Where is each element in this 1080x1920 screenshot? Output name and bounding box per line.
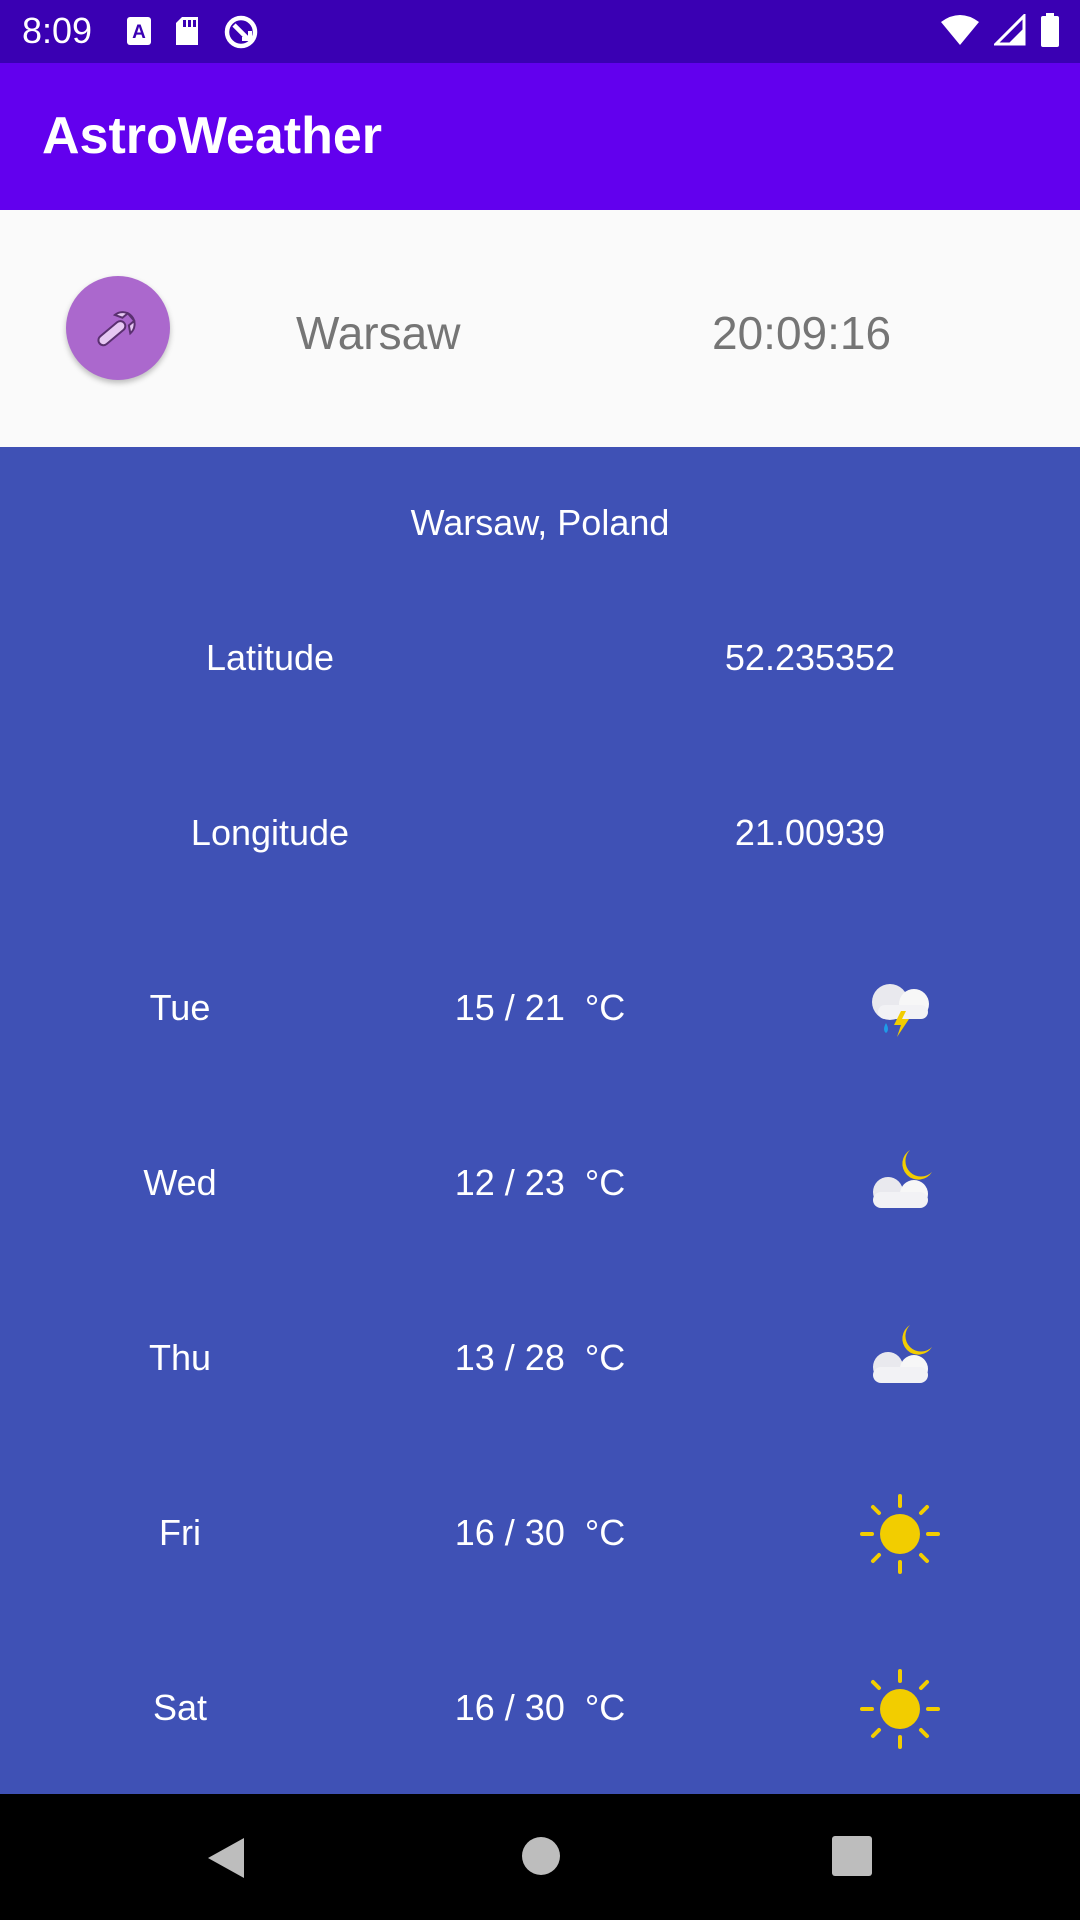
sunny-icon — [860, 1494, 940, 1574]
status-time: 8:09 — [22, 10, 93, 51]
thunderstorm-icon — [872, 984, 929, 1037]
settings-button[interactable] — [66, 276, 170, 380]
a-notification-icon: A — [127, 17, 151, 45]
sunny-icon — [860, 1669, 940, 1749]
forecast-day: Tue — [149, 987, 211, 1028]
status-bar: 8:09 A — [0, 0, 1080, 63]
forecast-temp: 16 / 30 °C — [454, 1512, 626, 1553]
location-name: Warsaw, Poland — [410, 502, 670, 543]
sd-card-icon — [176, 17, 198, 45]
app-title: AstroWeather — [42, 107, 383, 165]
wrench-icon — [97, 311, 136, 347]
home-icon[interactable] — [517, 1832, 565, 1880]
weather-panel: Warsaw, Poland Latitude 52.235352 Longit… — [0, 447, 1080, 1794]
recents-icon[interactable] — [830, 1834, 874, 1878]
forecast-temp: 15 / 21 °C — [454, 987, 626, 1028]
forecast-day: Wed — [143, 1162, 217, 1203]
forecast-day: Thu — [148, 1337, 212, 1378]
header-clock: 20:09:16 — [712, 307, 892, 359]
status-notification-icons: A — [126, 13, 260, 51]
back-icon[interactable] — [202, 1834, 250, 1882]
status-system-icons — [940, 12, 1060, 48]
longitude-value: 21.00939 — [734, 812, 886, 853]
cell-signal-icon — [994, 14, 1026, 46]
header-city: Warsaw — [296, 307, 461, 359]
longitude-label: Longitude — [190, 812, 350, 853]
svg-text:A: A — [132, 22, 146, 43]
partly-cloudy-night-icon — [873, 1325, 932, 1383]
forecast-temp: 12 / 23 °C — [454, 1162, 626, 1203]
forecast-day: Sat — [152, 1687, 208, 1728]
forecast-day: Fri — [159, 1512, 201, 1553]
partly-cloudy-night-icon — [873, 1150, 932, 1208]
navigation-bar — [0, 1794, 1080, 1920]
forecast-temp: 16 / 30 °C — [454, 1687, 626, 1728]
forecast-temp: 13 / 28 °C — [454, 1337, 626, 1378]
wifi-icon — [941, 15, 979, 45]
battery-icon — [1041, 13, 1059, 47]
latitude-value: 52.235352 — [724, 637, 896, 678]
header-row: Warsaw 20:09:16 — [0, 210, 1080, 447]
sync-icon — [224, 15, 258, 49]
app-bar: AstroWeather — [0, 63, 1080, 210]
latitude-label: Latitude — [205, 637, 335, 678]
